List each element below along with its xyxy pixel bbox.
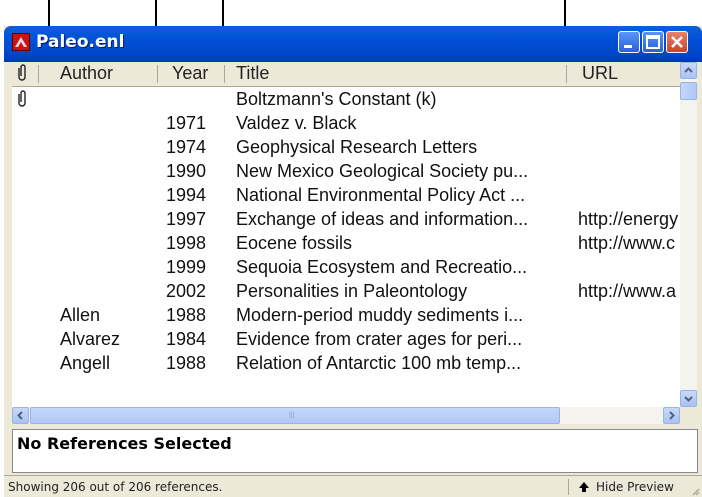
title-cell: Valdez v. Black — [236, 113, 357, 133]
title-cell: Modern-period muddy sediments i... — [236, 305, 524, 325]
title-cell: Sequoia Ecosystem and Recreatio... — [236, 257, 528, 277]
vertical-scrollbar[interactable] — [680, 62, 697, 407]
scroll-right-button[interactable] — [663, 407, 680, 424]
horizontal-scroll-thumb[interactable]: ||| — [30, 407, 560, 424]
column-divider[interactable] — [566, 65, 567, 83]
grip-icon: ||| — [289, 412, 295, 419]
column-header-row: Author Year Title URL — [12, 62, 680, 87]
year-cell: 2002 — [166, 281, 207, 301]
reference-row[interactable]: Boltzmann's Constant (k) — [12, 89, 680, 113]
author-column-header[interactable]: Author — [60, 63, 113, 84]
year-cell: 1990 — [166, 161, 207, 181]
column-divider[interactable] — [38, 65, 39, 83]
author-cell: Allen — [60, 305, 101, 325]
endnote-app-icon[interactable] — [12, 33, 30, 51]
up-arrow-icon — [579, 482, 589, 492]
reference-list[interactable]: Boltzmann's Constant (k) 1971 Valdez v. … — [12, 87, 680, 407]
url-column-header[interactable]: URL — [582, 63, 618, 84]
hide-preview-button[interactable]: Hide Preview — [578, 478, 674, 496]
close-icon — [671, 36, 683, 48]
year-cell: 1984 — [166, 329, 207, 349]
chevron-up-icon — [684, 67, 693, 73]
scroll-left-button[interactable] — [12, 407, 29, 424]
close-button[interactable] — [666, 31, 688, 53]
title-column-header[interactable]: Title — [236, 63, 269, 84]
title-cell: New Mexico Geological Society pu... — [236, 161, 529, 181]
author-cell: Alvarez — [60, 329, 121, 349]
year-cell: 1997 — [166, 209, 207, 229]
year-cell: 1988 — [166, 305, 207, 325]
maximize-icon — [646, 35, 660, 49]
reference-row[interactable]: 1998 Eocene fossils http://www.c — [12, 233, 680, 257]
url-cell: http://energy — [578, 209, 679, 229]
reference-row[interactable]: 1990 New Mexico Geological Society pu... — [12, 161, 680, 185]
status-divider — [568, 479, 569, 495]
scroll-down-button[interactable] — [680, 390, 697, 407]
column-divider[interactable] — [224, 65, 225, 83]
url-cell: http://www.a — [578, 281, 677, 301]
year-cell: 1971 — [166, 113, 207, 133]
attachment-indicator-icon — [16, 89, 34, 114]
year-cell: 1994 — [166, 185, 207, 205]
title-cell: Personalities in Paleontology — [236, 281, 468, 301]
title-cell: Relation of Antarctic 100 mb temp... — [236, 353, 522, 373]
year-cell: 1998 — [166, 233, 207, 253]
chevron-right-icon — [669, 411, 675, 420]
minimize-button[interactable] — [618, 31, 640, 53]
title-cell: Geophysical Research Letters — [236, 137, 478, 157]
preview-message: No References Selected — [17, 434, 232, 453]
resize-grip-icon[interactable] — [690, 486, 700, 496]
title-cell: Eocene fossils — [236, 233, 353, 253]
title-cell: National Environmental Policy Act ... — [236, 185, 526, 205]
reference-row[interactable]: 1999 Sequoia Ecosystem and Recreatio... — [12, 257, 680, 281]
reference-count-status: Showing 206 out of 206 references. — [8, 480, 223, 494]
year-cell: 1974 — [166, 137, 207, 157]
scrollbar-corner — [680, 407, 697, 424]
title-bar[interactable]: Paleo.enl — [4, 26, 702, 62]
title-cell: Boltzmann's Constant (k) — [236, 89, 437, 109]
chevron-left-icon — [17, 411, 23, 420]
horizontal-scrollbar[interactable]: ||| — [12, 407, 680, 424]
url-cell: http://www.c — [578, 233, 676, 253]
preview-pane[interactable]: No References Selected — [12, 429, 698, 473]
reference-row[interactable]: 1994 National Environmental Policy Act .… — [12, 185, 680, 209]
author-cell: Angell — [60, 353, 111, 373]
reference-row[interactable]: Angell 1988 Relation of Antarctic 100 mb… — [12, 353, 680, 377]
paperclip-icon[interactable] — [16, 63, 28, 88]
maximize-button[interactable] — [642, 31, 664, 53]
reference-row[interactable]: 1974 Geophysical Research Letters — [12, 137, 680, 161]
reference-row[interactable]: 2002 Personalities in Paleontology http:… — [12, 281, 680, 305]
scroll-up-button[interactable] — [680, 62, 697, 79]
title-cell: Exchange of ideas and information... — [236, 209, 529, 229]
reference-row[interactable]: 1971 Valdez v. Black — [12, 113, 680, 137]
status-bar: Showing 206 out of 206 references. Hide … — [4, 475, 702, 497]
library-window: Paleo.enl Author Year Title URL Boltzman… — [4, 26, 702, 497]
year-cell: 1988 — [166, 353, 207, 373]
chevron-down-icon — [684, 396, 693, 402]
window-title: Paleo.enl — [36, 32, 125, 52]
reference-row[interactable]: Allen 1988 Modern-period muddy sediments… — [12, 305, 680, 329]
reference-row[interactable]: Alvarez 1984 Evidence from crater ages f… — [12, 329, 680, 353]
vertical-scroll-thumb[interactable] — [680, 82, 697, 100]
column-divider[interactable] — [157, 65, 158, 83]
reference-row[interactable]: 1997 Exchange of ideas and information..… — [12, 209, 680, 233]
year-cell: 1999 — [166, 257, 207, 277]
hide-preview-label: Hide Preview — [596, 480, 674, 494]
minimize-icon — [624, 45, 632, 48]
year-column-header[interactable]: Year — [172, 63, 208, 84]
title-cell: Evidence from crater ages for peri... — [236, 329, 523, 349]
